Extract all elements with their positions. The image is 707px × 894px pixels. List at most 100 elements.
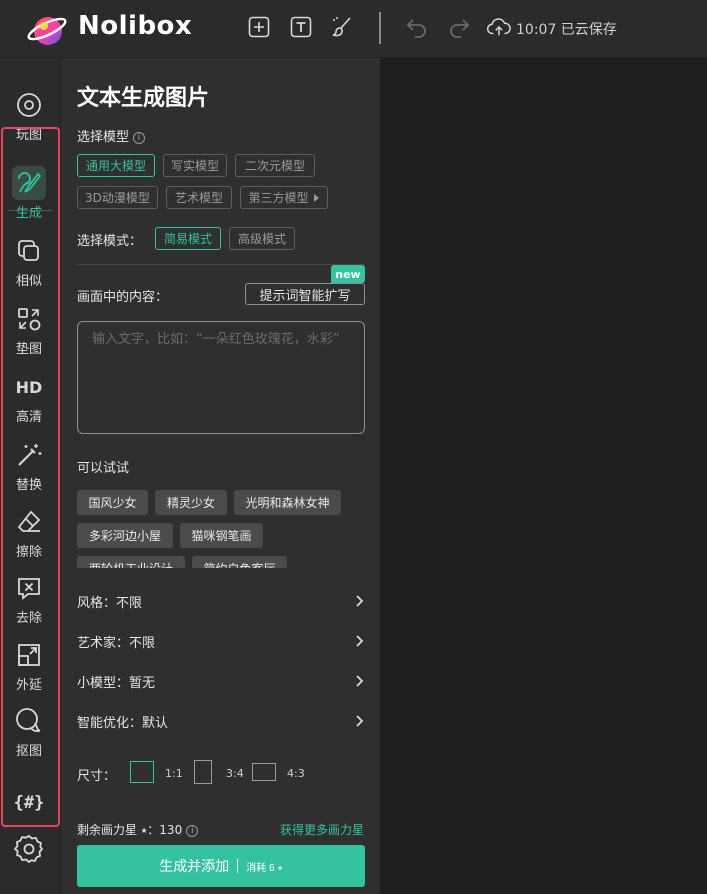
size-option-label: 4:3: [287, 767, 305, 780]
style-setting-row[interactable]: 风格：不限: [77, 590, 365, 612]
text-icon[interactable]: [289, 15, 313, 39]
suggestion-chip[interactable]: 国风少女: [77, 490, 148, 515]
nolibox-logo-icon: [27, 17, 67, 45]
artist-setting-label: 艺术家：不限: [77, 635, 156, 651]
sidebar-item-settings[interactable]: [4, 832, 54, 892]
size-label: 尺寸：: [77, 769, 117, 784]
redo-icon[interactable]: [447, 15, 471, 39]
sidebar-item-remove[interactable]: 去除: [4, 571, 54, 631]
toolbar-divider: [379, 12, 381, 44]
new-badge: new: [331, 265, 365, 283]
remaining-stars: 剩余画力星 ⭑：130 i: [77, 821, 199, 838]
caret-right-icon: [313, 193, 319, 202]
sidebar-item-replace[interactable]: 替换: [4, 438, 54, 498]
suggestion-chip[interactable]: 精灵少女: [155, 490, 227, 515]
disc-icon: [12, 88, 46, 122]
page-title: 文本生成图片: [77, 86, 210, 111]
chevron-right-icon: [356, 675, 364, 687]
sidebar-item-label: 玩图: [15, 128, 42, 143]
add-square-icon[interactable]: [247, 15, 271, 39]
prompt-input[interactable]: [77, 321, 365, 434]
suggestion-chip[interactable]: 简约白色客厅: [192, 556, 287, 568]
sidebar-item-label: 擦除: [15, 545, 42, 560]
sidebar-item-label: 外延: [15, 678, 42, 693]
artist-setting-row[interactable]: 艺术家：不限: [77, 630, 365, 652]
sidebar-item-generate[interactable]: 生成: [4, 166, 54, 226]
size-option-label: 3:4: [226, 767, 244, 780]
suggestion-chip[interactable]: 猫咪钢笔画: [180, 523, 263, 548]
brand-name: Nolibox: [78, 11, 193, 41]
model-label-text: 选择模型: [77, 130, 130, 145]
mode-chip-advanced[interactable]: 高级模式: [229, 227, 295, 250]
third-party-label: 第三方模型: [248, 191, 309, 205]
size-option-label: 1:1: [165, 767, 183, 780]
model-chip-3d-anime[interactable]: 3D动漫模型: [77, 186, 158, 209]
button-divider: [237, 859, 239, 873]
sidebar-item-outpaint[interactable]: 外延: [4, 638, 54, 698]
info-icon[interactable]: i: [186, 825, 199, 837]
stars-text: 剩余画力星 ⭑：130: [77, 823, 183, 837]
suggestion-list: 国风少女 精灵少女 光明和森林女神 多彩河边小屋 猫咪钢笔画 两轮机工业设计 简…: [77, 488, 367, 568]
generate-button[interactable]: 生成并添加 消耗 6 ⭑: [77, 845, 365, 887]
sidebar-item-label: 高清: [15, 410, 42, 425]
size-option-1-1[interactable]: [130, 761, 154, 783]
sidebar-item-erase[interactable]: 擦除: [4, 505, 54, 565]
sidebar-item-label: 垫图: [15, 342, 42, 357]
sidebar-item-hd[interactable]: HD 高清: [4, 370, 54, 430]
chevron-right-icon: [356, 635, 364, 647]
lora-setting-row[interactable]: 小模型：暂无: [77, 670, 365, 692]
model-chip-art[interactable]: 艺术模型: [166, 186, 232, 209]
optimize-setting-row[interactable]: 智能优化：默认: [77, 710, 365, 732]
style-setting-label: 风格：不限: [77, 595, 143, 611]
suggestion-chip[interactable]: 光明和森林女神: [234, 490, 341, 515]
hd-icon: HD: [12, 370, 46, 404]
settings-icon: [12, 832, 46, 866]
sidebar-item-label: 生成: [15, 206, 42, 221]
sidebar-item-label: 相似: [15, 274, 42, 289]
section-divider: [77, 264, 365, 265]
mode-chip-simple[interactable]: 简易模式: [155, 227, 221, 250]
brush-icon[interactable]: [330, 15, 354, 39]
get-more-stars-link[interactable]: 获得更多画力星: [280, 821, 364, 838]
chevron-right-icon: [356, 595, 364, 607]
generate-cost: 消耗 6 ⭑: [246, 862, 283, 874]
left-tool-rail: 玩图 生成 相似 垫图 HD 高清 替换 擦除 去除 外延 抠图 {#}: [0, 58, 60, 894]
try-label: 可以试试: [77, 461, 130, 476]
sidebar-item-play[interactable]: 玩图: [4, 88, 54, 148]
lora-setting-label: 小模型：暂无: [77, 675, 156, 691]
svg-text:HD: HD: [16, 378, 43, 397]
suggestion-chip[interactable]: 两轮机工业设计: [77, 556, 185, 568]
info-icon[interactable]: i: [133, 132, 146, 144]
sidebar-item-label: 去除: [15, 611, 42, 626]
optimize-setting-label: 智能优化：默认: [77, 715, 169, 731]
sidebar-item-similar[interactable]: 相似: [4, 234, 54, 294]
copy-icon: [12, 234, 46, 268]
model-chip-general[interactable]: 通用大模型: [77, 154, 155, 177]
generate-icon: [12, 166, 46, 200]
mode-label: 选择模式：: [77, 234, 143, 249]
text-to-image-panel: 文本生成图片 选择模型 i 通用大模型 写实模型 二次元模型 3D动漫模型 艺术模…: [61, 58, 380, 894]
model-chip-third-party[interactable]: 第三方模型: [240, 186, 328, 209]
model-chip-anime[interactable]: 二次元模型: [235, 154, 315, 177]
sidebar-item-cutout[interactable]: 抠图: [4, 704, 54, 764]
size-option-3-4[interactable]: [194, 760, 212, 784]
sidebar-item-pad[interactable]: 垫图: [4, 302, 54, 362]
model-chip-realistic[interactable]: 写实模型: [163, 154, 227, 177]
chevron-right-icon: [356, 715, 364, 727]
size-option-4-3[interactable]: [252, 763, 276, 781]
variables-label: {#}: [13, 793, 45, 813]
content-label: 画面中的内容：: [77, 290, 169, 305]
prompt-expand-button[interactable]: 提示词智能扩写: [245, 283, 365, 305]
sidebar-item-label: 替换: [15, 478, 42, 493]
sidebar-item-label: 抠图: [15, 744, 42, 759]
remove-icon: [12, 571, 46, 605]
expand-icon: [12, 638, 46, 672]
eraser-icon: [12, 505, 46, 539]
top-bar: Nolibox 10:07 已云保存: [0, 0, 707, 58]
canvas-area[interactable]: [380, 58, 707, 894]
suggestion-chip[interactable]: 多彩河边小屋: [77, 523, 173, 548]
save-status: 10:07 已云保存: [516, 22, 617, 38]
cloud-upload-icon[interactable]: [487, 15, 511, 39]
undo-icon[interactable]: [405, 15, 429, 39]
pad-icon: [12, 302, 46, 336]
